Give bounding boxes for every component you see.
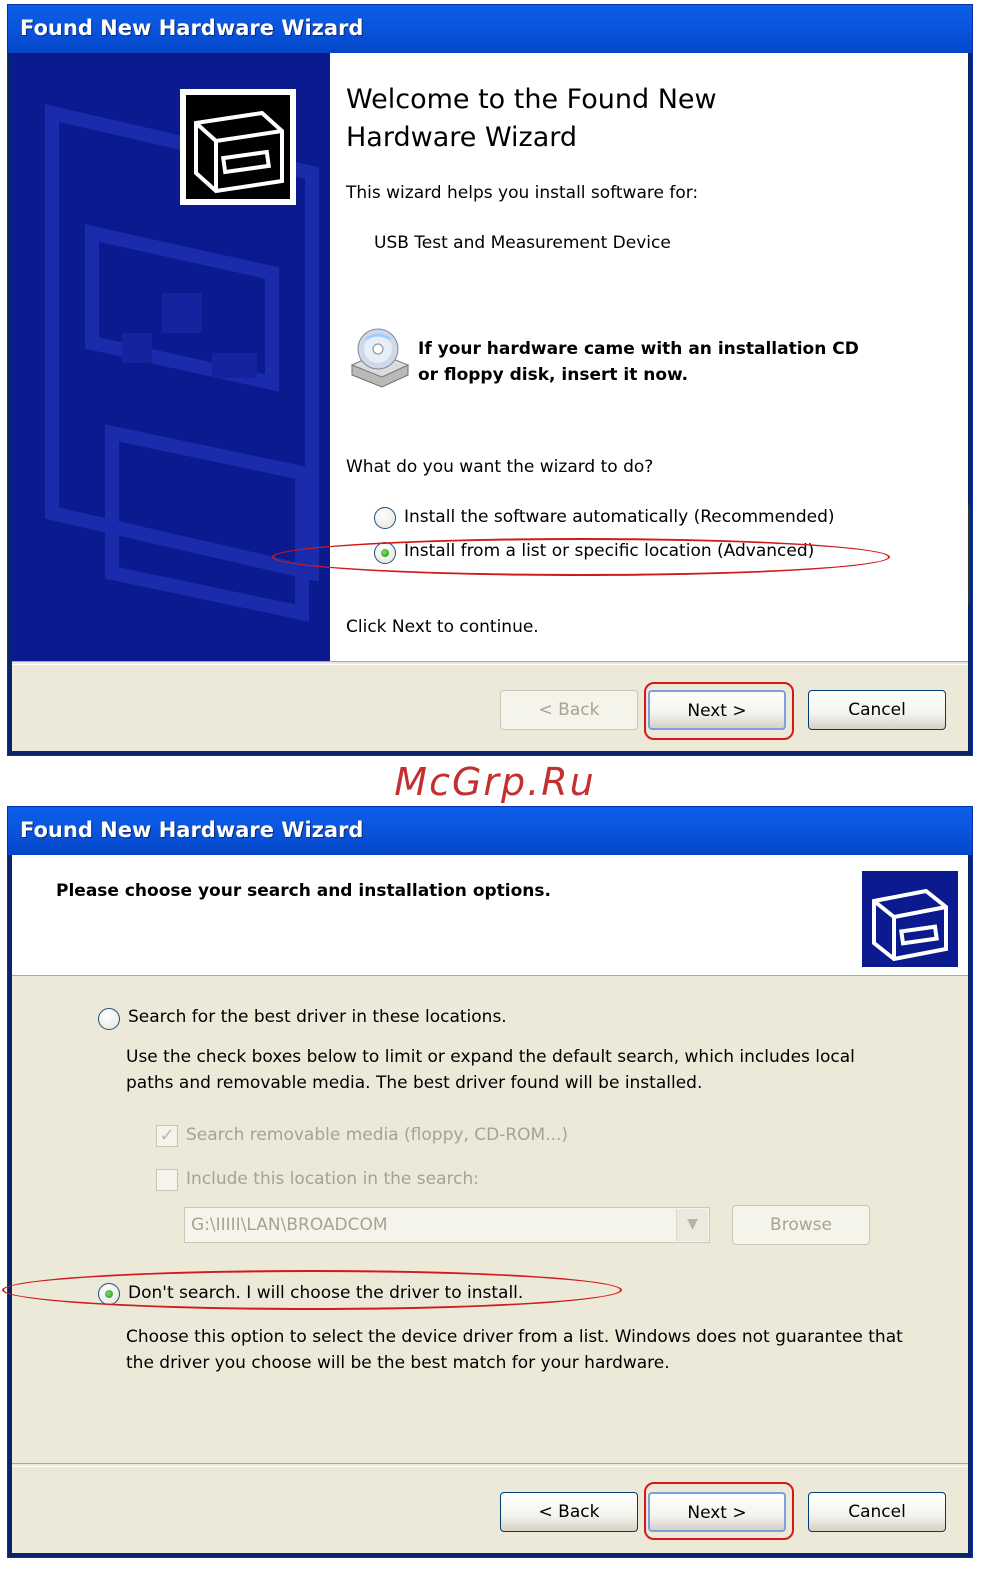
back-button[interactable]: < Back [500,690,638,730]
back-button[interactable]: < Back [500,1492,638,1532]
option-advanced-label[interactable]: Install from a list or specific location… [404,541,814,561]
checkbox-removable-media[interactable]: ✓ [156,1125,178,1147]
radio-install-automatically[interactable] [374,507,396,529]
cd-prompt-line2: or floppy disk, insert it now. [418,365,689,385]
check-location-label[interactable]: Include this location in the search: [186,1169,479,1189]
browse-button[interactable]: Browse [732,1205,870,1245]
header-pane: Please choose your search and installati… [12,855,968,976]
dont-search-desc-line2: the driver you choose will be the best m… [126,1353,670,1373]
continue-hint: Click Next to continue. [346,617,539,637]
device-name: USB Test and Measurement Device [374,233,671,253]
banner-graphic [12,53,330,661]
check-removable-label[interactable]: Search removable media (floppy, CD-ROM..… [186,1125,568,1145]
cd-drive-icon [350,328,410,388]
next-button[interactable]: Next > [648,690,786,730]
question-text: What do you want the wizard to do? [346,457,654,477]
dont-search-desc-line1: Choose this option to select the device … [126,1327,903,1347]
chevron-down-icon[interactable]: ▼ [676,1209,708,1241]
checkbox-include-location[interactable] [156,1169,178,1191]
dialog-client: Welcome to the Found New Hardware Wizard… [12,53,968,751]
window-title: Found New Hardware Wizard [8,807,972,855]
radio-dont-search[interactable] [98,1283,120,1305]
wizard-side-banner [12,53,330,661]
next-button[interactable]: Next > [648,1492,786,1532]
radio-install-from-list[interactable] [374,542,396,564]
intro-text: This wizard helps you install software f… [346,183,699,203]
radio-search-locations[interactable] [98,1008,120,1030]
cd-prompt-line1: If your hardware came with an installati… [418,339,859,359]
location-path: G:\IIIII\LAN\BROADCOM [191,1215,388,1235]
option-search-label[interactable]: Search for the best driver in these loca… [128,1007,507,1027]
footer-divider [12,1463,968,1467]
welcome-pane: Welcome to the Found New Hardware Wizard… [330,53,968,661]
cancel-button[interactable]: Cancel [808,1492,946,1532]
watermark: McGrp.Ru [394,760,596,804]
header-title: Please choose your search and installati… [56,881,551,901]
search-desc-line1: Use the check boxes below to limit or ex… [126,1047,855,1067]
option-dont-search-label[interactable]: Don't search. I will choose the driver t… [128,1283,523,1303]
wizard-window-options: Found New Hardware Wizard Please choose … [7,806,973,1558]
edge-line [968,505,970,605]
search-desc-line2: paths and removable media. The best driv… [126,1073,703,1093]
option-auto-label[interactable]: Install the software automatically (Reco… [404,507,835,527]
location-combobox[interactable]: G:\IIIII\LAN\BROADCOM ▼ [184,1207,710,1243]
welcome-title: Welcome to the Found New Hardware Wizard [346,84,717,153]
dialog-client: Please choose your search and installati… [12,855,968,1553]
window-title: Found New Hardware Wizard [8,5,972,53]
wizard-window-welcome: Found New Hardware Wizard Welcome to the… [7,4,973,756]
cancel-button[interactable]: Cancel [808,690,946,730]
hardware-wizard-icon [862,871,958,967]
footer-divider [12,661,968,665]
